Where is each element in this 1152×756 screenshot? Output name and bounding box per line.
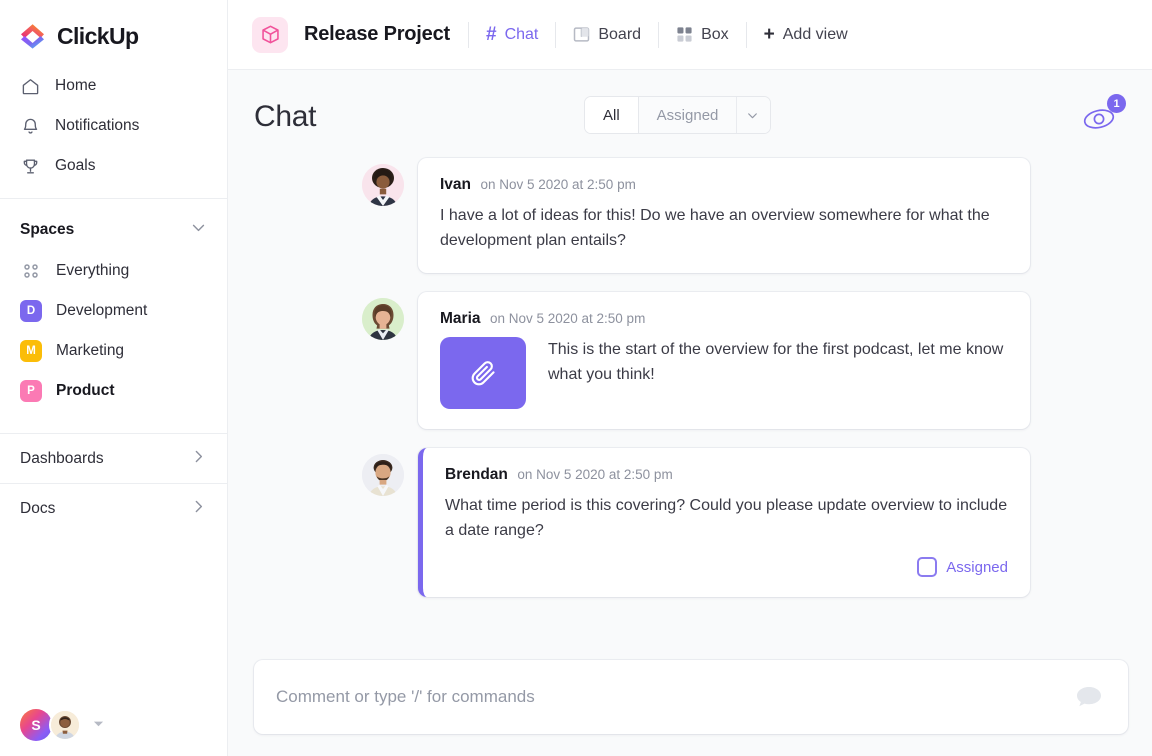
tab-label: Board (598, 25, 642, 43)
caret-down-icon[interactable] (93, 716, 104, 734)
main-area: Release Project # Chat Board Box + Add v… (228, 0, 1152, 756)
message-meta: Ivan on Nov 5 2020 at 2:50 pm (440, 176, 1008, 194)
space-badge-development: D (20, 300, 42, 322)
message-timestamp: on Nov 5 2020 at 2:50 pm (489, 311, 646, 326)
assigned-label: Assigned (946, 558, 1008, 576)
bell-icon (20, 116, 40, 136)
avatar-ivan[interactable] (362, 164, 404, 206)
sidebar-item-label: Notifications (55, 117, 140, 134)
cube-icon (252, 16, 288, 53)
brand-logo[interactable]: ClickUp (0, 0, 227, 56)
message-meta: Brendan on Nov 5 2020 at 2:50 pm (445, 466, 1008, 484)
dots-grid-icon (20, 260, 42, 282)
message-meta: Maria on Nov 5 2020 at 2:50 pm (440, 310, 1008, 328)
message-item: Brendan on Nov 5 2020 at 2:50 pm What ti… (254, 448, 1128, 597)
sidebar-item-label: Dashboards (20, 449, 104, 467)
space-badge-product: P (20, 380, 42, 402)
brand-name: ClickUp (57, 22, 139, 49)
chevron-down-icon[interactable] (190, 219, 207, 241)
sidebar-item-product[interactable]: P Product (0, 371, 227, 411)
assigned-checkbox[interactable] (917, 557, 938, 577)
message-item: Maria on Nov 5 2020 at 2:50 pm This is t… (254, 292, 1128, 429)
sidebar-item-label: Everything (56, 262, 130, 279)
message-text: What time period is this covering? Could… (445, 497, 1008, 539)
watchers-button[interactable]: 1 (1080, 94, 1126, 134)
clickup-logo-icon (18, 21, 48, 51)
sidebar-item-label: Docs (20, 499, 56, 517)
chevron-right-icon (190, 448, 207, 470)
add-view-button[interactable]: + Add view (747, 17, 865, 53)
chat-title: Chat (254, 100, 317, 133)
sidebar-item-development[interactable]: D Development (0, 291, 227, 331)
plus-icon: + (763, 24, 775, 45)
box-grid-icon (676, 26, 693, 43)
sidebar-item-label: Home (55, 77, 97, 94)
sidebar-item-label: Development (56, 302, 148, 319)
filter-assigned-button[interactable]: Assigned (638, 97, 737, 133)
tab-box[interactable]: Box (659, 17, 746, 53)
space-badge-marketing: M (20, 340, 42, 362)
filter-all-button[interactable]: All (585, 97, 639, 133)
message-card: Maria on Nov 5 2020 at 2:50 pm This is t… (418, 292, 1030, 429)
sidebar-item-notifications[interactable]: Notifications (0, 106, 227, 146)
sidebar-item-home[interactable]: Home (0, 66, 227, 106)
chat-header: Chat All Assigned 1 (228, 70, 1152, 134)
add-view-label: Add view (782, 25, 848, 43)
board-icon (573, 26, 590, 43)
chevron-down-icon[interactable] (736, 97, 771, 133)
sidebar-item-marketing[interactable]: M Marketing (0, 331, 227, 371)
spaces-section-header[interactable]: Spaces (0, 199, 227, 251)
tab-chat[interactable]: # Chat (469, 17, 555, 53)
comment-input[interactable] (276, 687, 1060, 707)
message-text: I have a lot of ideas for this! Do we ha… (440, 207, 990, 249)
message-card: Brendan on Nov 5 2020 at 2:50 pm What ti… (418, 448, 1030, 597)
workspace-avatar[interactable]: S (20, 709, 52, 741)
sidebar-item-everything[interactable]: Everything (0, 251, 227, 291)
sidebar-item-goals[interactable]: Goals (0, 146, 227, 186)
topbar: Release Project # Chat Board Box + Add v… (228, 0, 1152, 70)
comment-composer[interactable] (254, 660, 1128, 734)
message-author: Brendan (445, 466, 508, 483)
primary-nav: Home Notifications Goals (0, 56, 227, 186)
assigned-row: Assigned (445, 557, 1008, 577)
message-list: Ivan on Nov 5 2020 at 2:50 pm I have a l… (228, 134, 1152, 650)
avatar[interactable] (49, 709, 81, 741)
message-item: Ivan on Nov 5 2020 at 2:50 pm I have a l… (254, 158, 1128, 273)
watchers-count-badge: 1 (1107, 94, 1126, 113)
comment-bubble-icon[interactable] (1072, 680, 1106, 714)
composer-wrap (228, 650, 1152, 756)
message-timestamp: on Nov 5 2020 at 2:50 pm (480, 177, 636, 192)
sidebar-item-label: Marketing (56, 342, 125, 359)
message-author: Ivan (440, 176, 472, 193)
paperclip-icon[interactable] (440, 337, 526, 409)
user-bar[interactable]: S (0, 694, 228, 756)
message-body: This is the start of the overview for th… (440, 337, 1008, 409)
sidebar-item-dashboards[interactable]: Dashboards (0, 433, 227, 483)
message-timestamp: on Nov 5 2020 at 2:50 pm (517, 467, 673, 482)
hash-icon: # (485, 24, 497, 45)
tab-label: Chat (504, 25, 539, 43)
chat-filter-group: All Assigned (584, 96, 772, 134)
tab-board[interactable]: Board (556, 17, 658, 53)
message-card: Ivan on Nov 5 2020 at 2:50 pm I have a l… (418, 158, 1030, 273)
sidebar-item-label: Goals (55, 157, 96, 174)
avatar-maria[interactable] (362, 298, 404, 340)
message-text: This is the start of the overview for th… (548, 341, 1004, 383)
home-icon (20, 76, 40, 96)
tab-label: Box (701, 25, 729, 43)
message-author: Maria (440, 310, 481, 327)
page-title: Release Project (304, 23, 450, 45)
sidebar-item-docs[interactable]: Docs (0, 483, 227, 533)
sidebar-item-label: Product (56, 382, 115, 399)
spaces-title: Spaces (20, 221, 75, 238)
trophy-icon (20, 156, 40, 176)
app-root: ClickUp Home Notifications Goals Spaces … (0, 0, 1152, 756)
sidebar: ClickUp Home Notifications Goals Spaces … (0, 0, 228, 756)
avatar-brendan[interactable] (362, 454, 404, 496)
chevron-right-icon (190, 498, 207, 520)
